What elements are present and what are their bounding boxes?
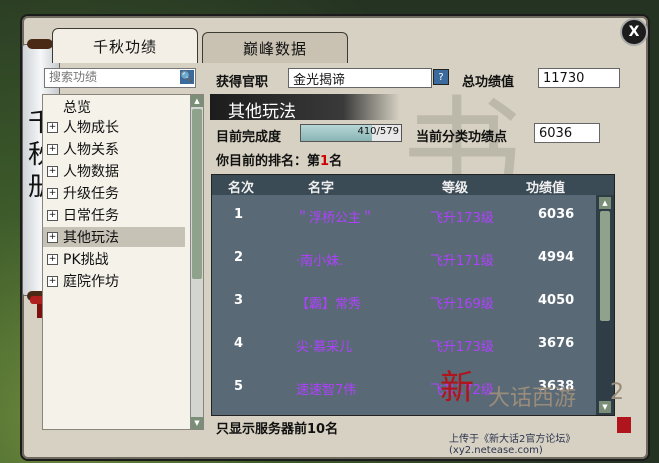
nav-item-label: 人物关系 xyxy=(63,142,119,158)
completion-label: 目前完成度 xyxy=(216,130,282,145)
rank-number: 1 xyxy=(320,154,330,169)
nav-item-label: 人物数据 xyxy=(63,164,119,180)
expand-icon[interactable]: + xyxy=(47,275,58,287)
expand-icon[interactable]: + xyxy=(47,165,58,177)
official-title-value: 金光揭谛 xyxy=(288,68,432,88)
nav-item-label: 日常任务 xyxy=(63,208,119,224)
nav-item-levelup-tasks[interactable]: + 升级任务 xyxy=(47,183,119,203)
nav-item-label: 其他玩法 xyxy=(63,230,119,246)
my-rank: 你目前的排名：第1名 xyxy=(216,150,342,169)
nav-item-relations[interactable]: + 人物关系 xyxy=(47,139,119,159)
scroll-up-icon[interactable]: ▲ xyxy=(191,95,203,107)
nav-item-pk[interactable]: + PK挑战 xyxy=(47,249,109,269)
category-points-value: 6036 xyxy=(534,123,600,143)
scrollbar-thumb[interactable] xyxy=(192,109,202,279)
row-name: ·南小妹. xyxy=(296,254,344,269)
row-name: 【霸】常秀 xyxy=(296,297,362,312)
rank-prefix: 你目前的排名：第 xyxy=(216,154,321,169)
search-input[interactable] xyxy=(47,69,179,85)
logo-seal xyxy=(617,417,631,433)
nav-item-growth[interactable]: + 人物成长 xyxy=(47,117,119,137)
table-row[interactable]: 2 ·南小妹. 飞升171级 4994 xyxy=(212,238,596,280)
category-tree: 总览 + 人物成长 + 人物关系 + 人物数据 + 升级任务 + 日常任务 + 其他玩法 +… xyxy=(42,94,204,430)
column-header-score: 功绩值 xyxy=(526,181,566,196)
table-row[interactable]: 3 【霸】常秀 飞升169级 4050 xyxy=(212,281,596,323)
game-logo-number: 2 xyxy=(610,380,624,405)
scroll-down-icon[interactable]: ▼ xyxy=(191,417,203,429)
nav-item-other-modes[interactable]: + 其他玩法 xyxy=(43,227,185,247)
row-score: 3676 xyxy=(538,336,575,351)
nav-item-overview[interactable]: 总览 xyxy=(63,97,91,117)
row-score: 6036 xyxy=(538,207,575,222)
nav-item-label: 总览 xyxy=(63,100,91,116)
nav-item-stats[interactable]: + 人物数据 xyxy=(47,161,119,181)
forum-watermark: 上传于《新大话2官方论坛》(xy2.netease.com) xyxy=(449,434,576,456)
column-header-level: 等级 xyxy=(442,181,469,196)
nav-item-courtyard[interactable]: + 庭院作坊 xyxy=(47,271,119,291)
total-merit-value: 11730 xyxy=(538,68,620,88)
tree-scrollbar[interactable]: ▲ ▼ xyxy=(190,95,203,429)
scroll-knob-top xyxy=(27,39,53,49)
row-level: 飞升173级 xyxy=(430,211,494,226)
expand-icon[interactable]: + xyxy=(47,253,58,265)
column-header-name: 名字 xyxy=(308,181,335,196)
completion-progress-bar: 410/579 xyxy=(300,124,402,142)
rank-suffix: 名 xyxy=(329,154,343,169)
category-points-label: 当前分类功绩点 xyxy=(416,130,508,145)
scrollbar-thumb[interactable] xyxy=(600,211,610,321)
row-name: 尖·慕采儿 xyxy=(296,340,353,355)
nav-item-daily-tasks[interactable]: + 日常任务 xyxy=(47,205,119,225)
expand-icon[interactable]: + xyxy=(47,231,58,243)
row-rank: 3 xyxy=(234,293,244,308)
row-name: ＂浮桥公主＂ xyxy=(296,211,375,226)
official-title-label: 获得官职 xyxy=(216,75,269,90)
section-title: 其他玩法 xyxy=(228,102,296,122)
game-logo-sub: 大话西游 xyxy=(488,386,577,411)
row-score: 4050 xyxy=(538,293,575,308)
table-row[interactable]: 1 ＂浮桥公主＂ 飞升173级 6036 xyxy=(212,195,596,237)
nav-item-label: PK挑战 xyxy=(63,252,109,268)
row-level: 飞升169级 xyxy=(430,297,494,312)
expand-icon[interactable]: + xyxy=(47,187,58,199)
table-header: 名次 名字 等级 功绩值 xyxy=(212,175,614,196)
close-button[interactable]: X xyxy=(620,18,648,46)
scroll-up-icon[interactable]: ▲ xyxy=(599,197,611,209)
total-merit-label: 总功绩值 xyxy=(462,75,515,90)
row-rank: 2 xyxy=(234,250,244,265)
game-logo-main: 新 xyxy=(440,368,474,408)
nav-item-label: 人物成长 xyxy=(63,120,119,136)
help-button[interactable]: ? xyxy=(433,69,449,85)
expand-icon[interactable]: + xyxy=(47,209,58,221)
row-score: 4994 xyxy=(538,250,575,265)
expand-icon[interactable]: + xyxy=(47,143,58,155)
row-rank: 4 xyxy=(234,336,244,351)
expand-icon[interactable]: + xyxy=(47,121,58,133)
table-row[interactable]: 4 尖·慕采儿 飞升173级 3676 xyxy=(212,324,596,366)
nav-item-label: 升级任务 xyxy=(63,186,119,202)
row-name: 速速智7伟 xyxy=(296,383,357,398)
row-level: 飞升171级 xyxy=(430,254,494,269)
tab-achievements[interactable]: 千秋功绩 xyxy=(52,28,198,63)
row-rank: 1 xyxy=(234,207,244,222)
search-box: 🔍 xyxy=(44,68,196,88)
row-level: 飞升173级 xyxy=(430,340,494,355)
progress-text: 410/579 xyxy=(357,126,399,137)
footer-note: 只显示服务器前10名 xyxy=(216,422,339,437)
column-header-rank: 名次 xyxy=(228,181,255,196)
search-icon[interactable]: 🔍 xyxy=(180,70,194,84)
nav-item-label: 庭院作坊 xyxy=(63,274,119,290)
row-rank: 5 xyxy=(234,379,244,394)
tab-peak-data[interactable]: 巅峰数据 xyxy=(202,32,348,63)
